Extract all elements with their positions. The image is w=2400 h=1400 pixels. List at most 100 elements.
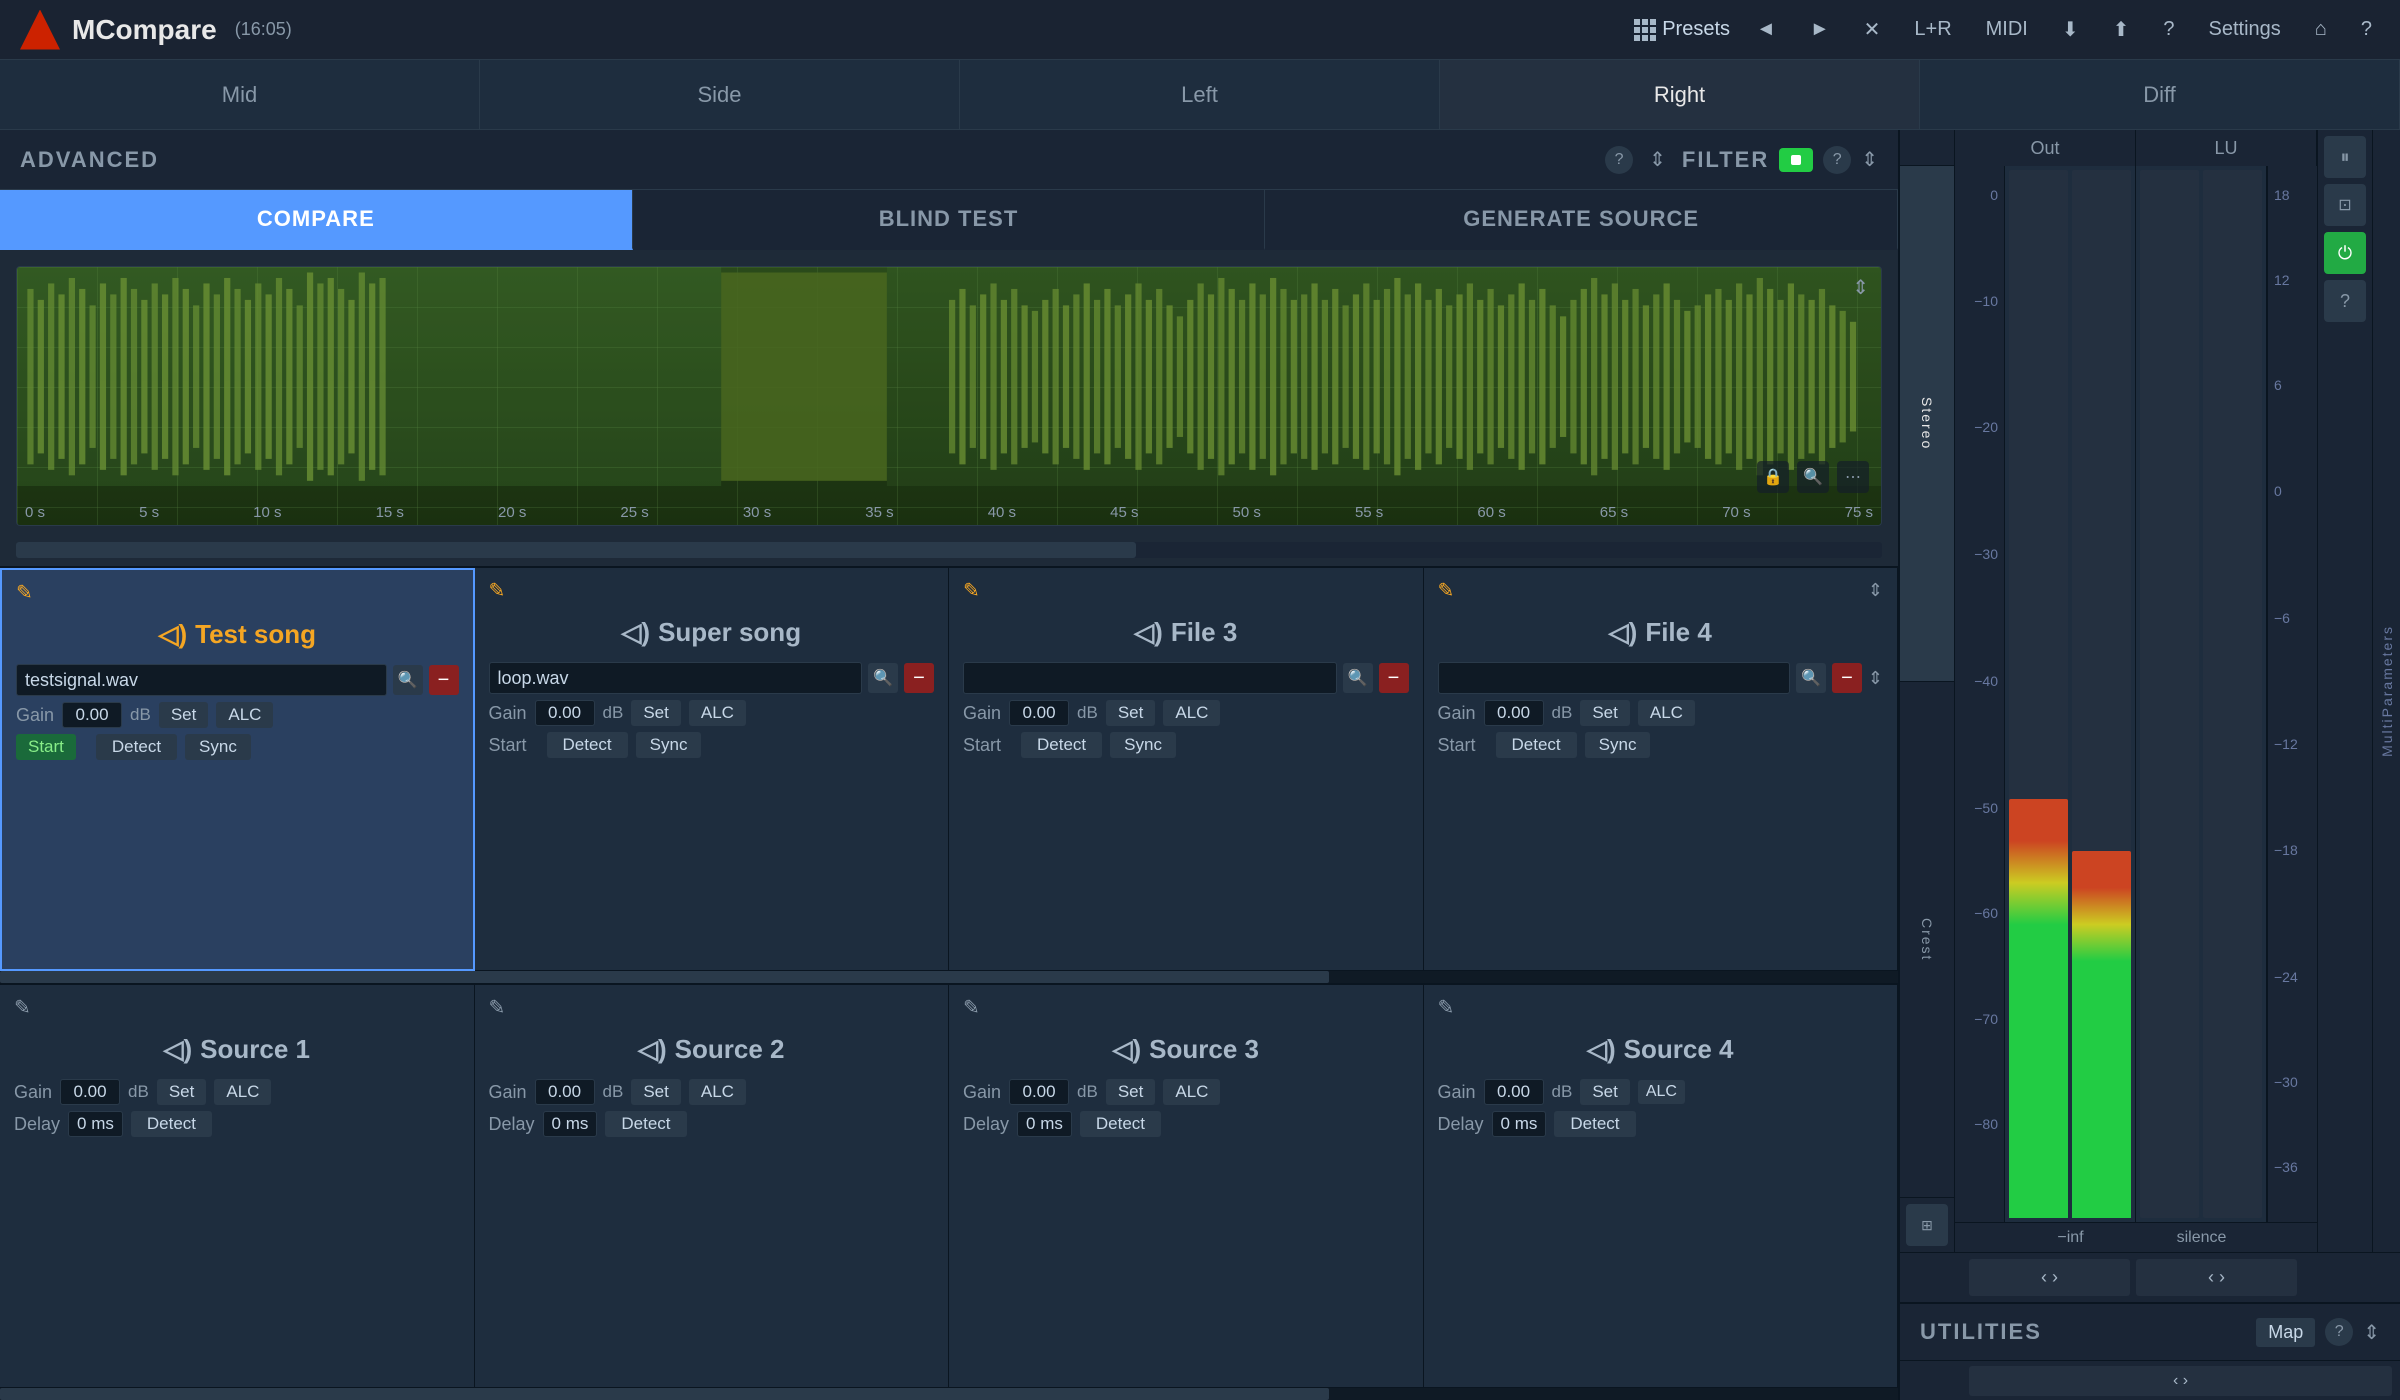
source-3-detect-btn[interactable]: Detect	[1021, 732, 1102, 758]
next-button[interactable]: ►	[1802, 14, 1838, 45]
prev-button[interactable]: ◄	[1748, 14, 1784, 45]
source-4-expand-btn[interactable]: ⇕	[1868, 580, 1883, 601]
source-1-remove-btn[interactable]: −	[429, 665, 459, 695]
source-4-remove-btn[interactable]: −	[1832, 663, 1862, 693]
source-3-set-btn[interactable]: Set	[1106, 700, 1156, 726]
source-4-edit-icon[interactable]: ✎	[1438, 578, 1455, 603]
source-3-name[interactable]: ◁) File 3	[963, 609, 1409, 656]
utilities-transport-left[interactable]: ‹ ›	[1969, 1366, 2392, 1396]
waveform-scrollbar[interactable]	[16, 542, 1882, 558]
settings-button[interactable]: Settings	[2201, 14, 2289, 45]
source-1-set-btn[interactable]: Set	[159, 702, 209, 728]
import-button[interactable]: ⬇	[2054, 13, 2087, 46]
source-7-edit-icon[interactable]: ✎	[963, 995, 980, 1020]
source-3-sync-btn[interactable]: Sync	[1110, 732, 1176, 758]
tab-diff[interactable]: Diff	[1920, 60, 2400, 129]
filter-expand-btn[interactable]: ⇕	[1861, 147, 1878, 172]
source-2-alc-btn[interactable]: ALC	[689, 700, 746, 726]
source-6-alc-btn[interactable]: ALC	[689, 1079, 746, 1105]
source-1-detect-btn[interactable]: Detect	[96, 734, 177, 760]
source-2-gain-value[interactable]: 0.00	[535, 700, 595, 726]
source-7-detect-btn[interactable]: Detect	[1080, 1111, 1161, 1137]
tab-side[interactable]: Side	[480, 60, 960, 129]
tab-mid[interactable]: Mid	[0, 60, 480, 129]
source-4-sync-btn[interactable]: Sync	[1585, 732, 1651, 758]
midi-button[interactable]: MIDI	[1978, 14, 2036, 45]
source-4-alc-btn[interactable]: ALC	[1638, 700, 1695, 726]
map-button[interactable]: Map	[2256, 1318, 2315, 1347]
meter-power-btn[interactable]: ⏻	[2324, 232, 2366, 274]
tab-generate-source[interactable]: GENERATE SOURCE	[1265, 190, 1898, 250]
source-2-sync-btn[interactable]: Sync	[636, 732, 702, 758]
source-1-file-input[interactable]	[16, 664, 387, 696]
source-5-edit-icon[interactable]: ✎	[14, 995, 31, 1020]
row2-scrollbar[interactable]	[0, 1388, 1898, 1400]
source-4-search-btn[interactable]: 🔍	[1796, 663, 1826, 693]
source-6-detect-btn[interactable]: Detect	[605, 1111, 686, 1137]
help2-button[interactable]: ?	[2353, 14, 2380, 45]
lock-btn[interactable]: 🔒	[1757, 461, 1789, 493]
source-7-name[interactable]: ◁) Source 3	[963, 1026, 1409, 1073]
source-7-set-btn[interactable]: Set	[1106, 1079, 1156, 1105]
tab-right[interactable]: Right	[1440, 60, 1920, 129]
source-2-edit-icon[interactable]: ✎	[489, 578, 506, 603]
source-6-gain-value[interactable]: 0.00	[535, 1079, 595, 1105]
source-5-name[interactable]: ◁) Source 1	[14, 1026, 460, 1073]
source-5-set-btn[interactable]: Set	[157, 1079, 207, 1105]
source-2-detect-btn[interactable]: Detect	[547, 732, 628, 758]
advanced-expand-btn[interactable]: ⇕	[1649, 147, 1666, 172]
tab-blind-test[interactable]: BLIND TEST	[633, 190, 1266, 250]
source-4-set-btn[interactable]: Set	[1580, 700, 1630, 726]
source-4-file-input[interactable]	[1438, 662, 1790, 694]
source-1-alc-btn[interactable]: ALC	[216, 702, 273, 728]
lr-button[interactable]: L+R	[1906, 14, 1959, 45]
source-1-edit-icon[interactable]: ✎	[16, 580, 33, 605]
source-4-arrow-btn[interactable]: ⇕	[1868, 668, 1883, 689]
row1-scrollbar[interactable]	[0, 971, 1898, 983]
transport-right-btn[interactable]: ‹ ›	[2136, 1259, 2297, 1296]
source-7-alc-btn[interactable]: ALC	[1163, 1079, 1220, 1105]
source-4-name[interactable]: ◁) File 4	[1438, 609, 1884, 656]
source-3-gain-value[interactable]: 0.00	[1009, 700, 1069, 726]
source-8-edit-icon[interactable]: ✎	[1438, 995, 1455, 1020]
waveform-expand-btn[interactable]: ⇕	[1852, 275, 1869, 300]
zoom-out-btn[interactable]: 🔍	[1797, 461, 1829, 493]
source-5-alc-btn[interactable]: ALC	[214, 1079, 271, 1105]
stereo-mode-btn[interactable]: Stereo	[1900, 166, 1954, 682]
source-6-delay-value[interactable]: 0 ms	[543, 1111, 598, 1137]
source-1-gain-value[interactable]: 0.00	[62, 702, 122, 728]
source-8-gain-value[interactable]: 0.00	[1484, 1079, 1544, 1105]
source-2-file-input[interactable]	[489, 662, 863, 694]
advanced-help-icon[interactable]: ?	[1605, 146, 1633, 174]
close-button[interactable]: ✕	[1856, 13, 1889, 46]
source-6-set-btn[interactable]: Set	[631, 1079, 681, 1105]
source-2-set-btn[interactable]: Set	[631, 700, 681, 726]
source-8-detect-btn[interactable]: Detect	[1554, 1111, 1635, 1137]
source-8-set-btn[interactable]: Set	[1580, 1079, 1630, 1105]
tab-compare[interactable]: COMPARE	[0, 190, 633, 250]
tab-left[interactable]: Left	[960, 60, 1440, 129]
source-8-delay-value[interactable]: 0 ms	[1492, 1111, 1547, 1137]
filter-toggle[interactable]	[1779, 148, 1813, 172]
utilities-expand-btn[interactable]: ⇕	[2363, 1320, 2380, 1345]
more-btn[interactable]: ⋯	[1837, 461, 1869, 493]
source-8-name[interactable]: ◁) Source 4	[1438, 1026, 1884, 1073]
source-8-alc-btn[interactable]: ALC	[1638, 1080, 1685, 1104]
source-1-search-btn[interactable]: 🔍	[393, 665, 423, 695]
help-icon[interactable]: ?	[2155, 14, 2182, 45]
source-6-edit-icon[interactable]: ✎	[489, 995, 506, 1020]
source-3-alc-btn[interactable]: ALC	[1163, 700, 1220, 726]
meter-camera-btn[interactable]: ⊡	[2324, 184, 2366, 226]
source-4-gain-value[interactable]: 0.00	[1484, 700, 1544, 726]
source-5-detect-btn[interactable]: Detect	[131, 1111, 212, 1137]
meter-pause-btn[interactable]: ⏸	[2324, 136, 2366, 178]
meter-help-btn[interactable]: ?	[2324, 280, 2366, 322]
source-2-remove-btn[interactable]: −	[904, 663, 934, 693]
source-1-name[interactable]: ◁) Test song	[16, 611, 459, 658]
export-button[interactable]: ⬆	[2105, 13, 2138, 46]
source-3-search-btn[interactable]: 🔍	[1343, 663, 1373, 693]
source-2-name[interactable]: ◁) Super song	[489, 609, 935, 656]
source-5-delay-value[interactable]: 0 ms	[68, 1111, 123, 1137]
source-7-gain-value[interactable]: 0.00	[1009, 1079, 1069, 1105]
source-1-start-btn[interactable]: Start	[16, 734, 76, 760]
